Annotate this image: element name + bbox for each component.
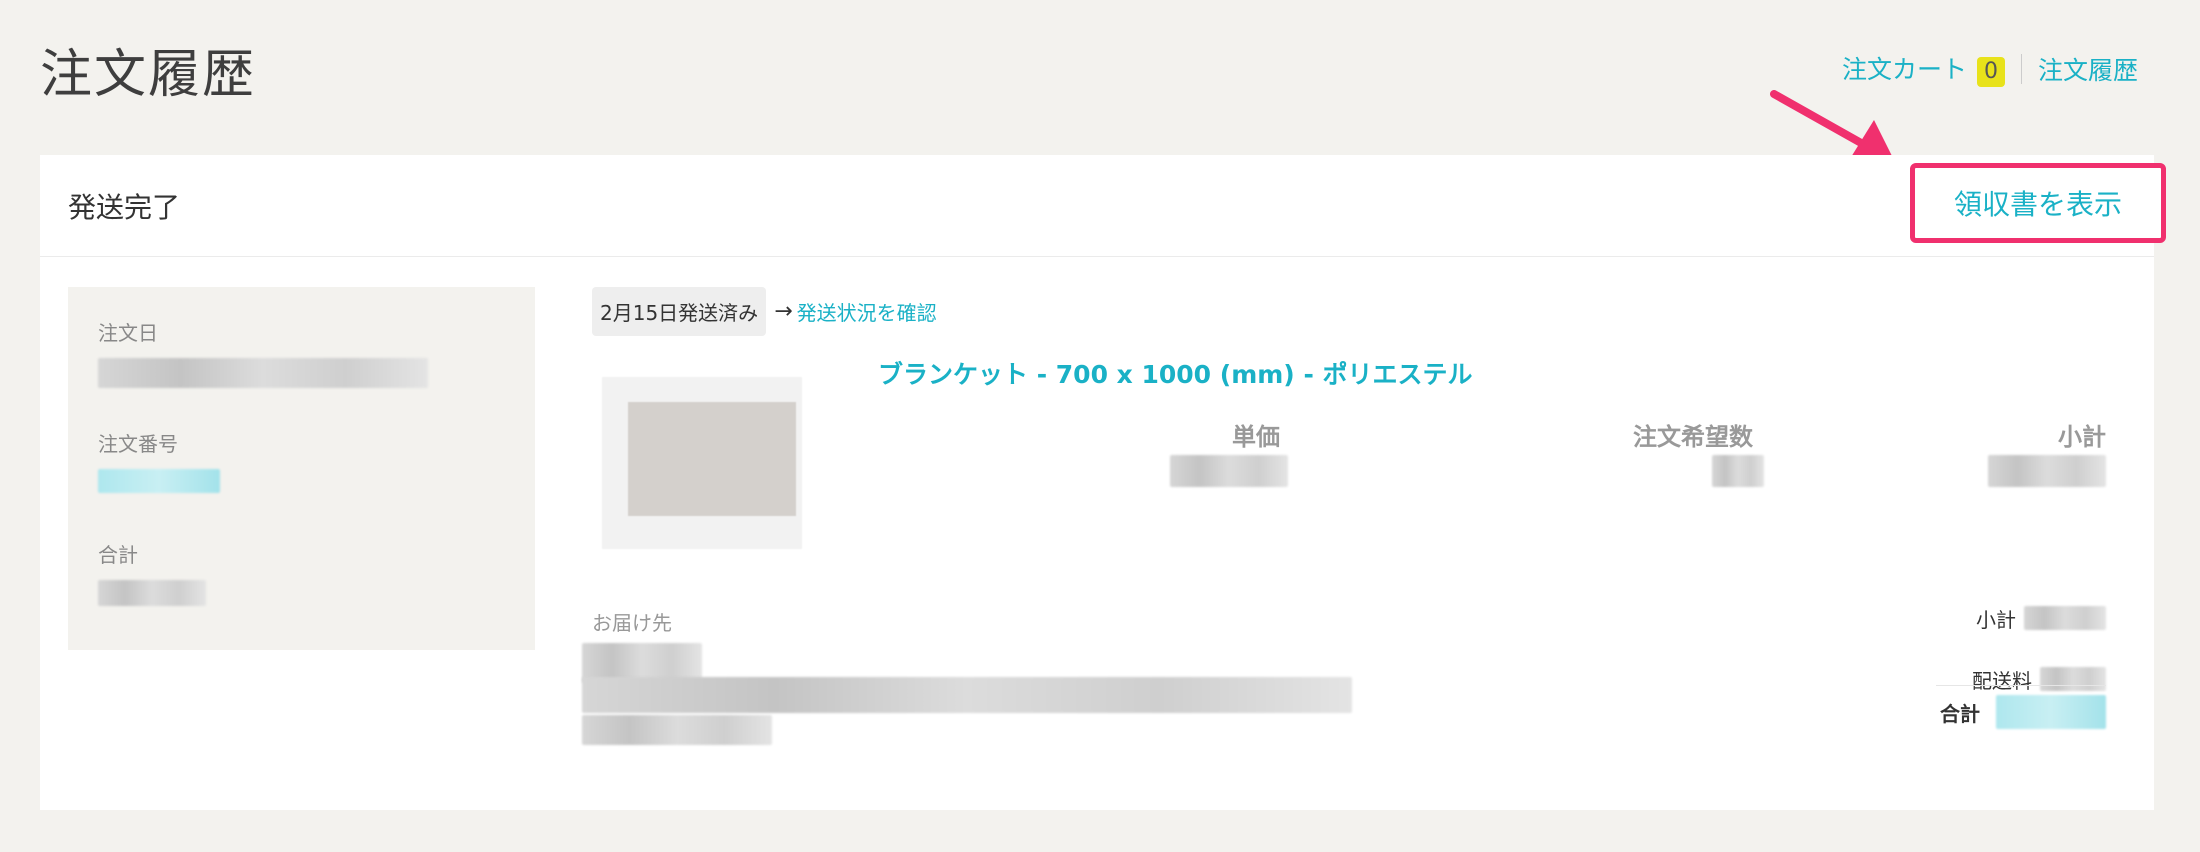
cart-link-label: 注文カート — [1841, 55, 1967, 84]
grand-total-row: 合計 — [1940, 695, 2106, 729]
top-nav: 注文カート 0 注文履歴 — [1842, 50, 2138, 87]
order-status: 発送完了 — [68, 190, 181, 224]
shipping-fee-label: 配送料 — [1972, 668, 2032, 693]
subtotal-label: 小計 — [1976, 607, 2016, 632]
order-date-label: 注文日 — [98, 321, 158, 345]
order-card-header: 発送完了 領収書を表示 — [40, 155, 2166, 257]
grand-total-label: 合計 — [1940, 701, 1980, 726]
delivery-phone-redacted — [582, 715, 772, 745]
product-thumbnail — [602, 377, 802, 549]
order-total-label: 合計 — [98, 543, 138, 567]
product-image — [628, 402, 796, 516]
order-date-value-redacted — [98, 358, 428, 388]
order-detail: 2月15日発送済み → 発送状況を確認 ブランケット - 700 x 1000 … — [582, 287, 2132, 787]
order-date-block: 注文日 — [98, 317, 505, 428]
totals-divider — [1936, 685, 2106, 686]
shipment-line: 2月15日発送済み → 発送状況を確認 — [592, 287, 2132, 336]
order-number-block: 注文番号 — [98, 428, 505, 539]
product-name-link[interactable]: ブランケット - 700 x 1000 (mm) - ポリエステル — [878, 355, 1473, 391]
unit-price-value-redacted — [1170, 455, 1288, 487]
order-total-value-redacted — [98, 580, 206, 606]
check-shipping-status-link[interactable]: 発送状況を確認 — [797, 297, 937, 326]
quantity-value-redacted — [1712, 455, 1764, 487]
shipping-fee-row: 配送料 — [1936, 664, 2106, 694]
arrow-right-icon: → — [774, 299, 793, 324]
unit-price-header: 単価 — [1232, 423, 1280, 451]
delivery-address-redacted — [582, 677, 1352, 713]
order-number-label: 注文番号 — [98, 432, 178, 456]
view-receipt-button[interactable]: 領収書を表示 — [1910, 163, 2166, 243]
delivery-address-label: お届け先 — [592, 611, 672, 635]
order-number-link-redacted[interactable] — [98, 469, 220, 493]
subtotal-value-redacted — [2024, 606, 2106, 630]
order-card: 発送完了 領収書を表示 注文日 注文番号 合計 2月15日発送済み → 発送状況… — [40, 155, 2166, 810]
order-total-block: 合計 — [98, 539, 505, 650]
page-title: 注文履歴 — [40, 45, 257, 105]
shipped-date-badge: 2月15日発送済み — [592, 287, 767, 336]
grand-total-value-redacted — [1996, 695, 2106, 729]
item-subtotal-header: 小計 — [2058, 423, 2106, 451]
nav-divider — [2020, 53, 2022, 84]
order-summary-panel: 注文日 注文番号 合計 — [68, 287, 535, 650]
cart-count-badge: 0 — [1976, 57, 2005, 87]
quantity-header: 注文希望数 — [1633, 423, 1753, 451]
shipping-fee-value-redacted — [2040, 667, 2106, 691]
subtotal-row: 小計 — [1936, 603, 2106, 633]
cart-link[interactable]: 注文カート 0 — [1842, 50, 2005, 87]
order-history-link[interactable]: 注文履歴 — [2038, 51, 2138, 87]
item-subtotal-value-redacted — [1988, 455, 2106, 487]
